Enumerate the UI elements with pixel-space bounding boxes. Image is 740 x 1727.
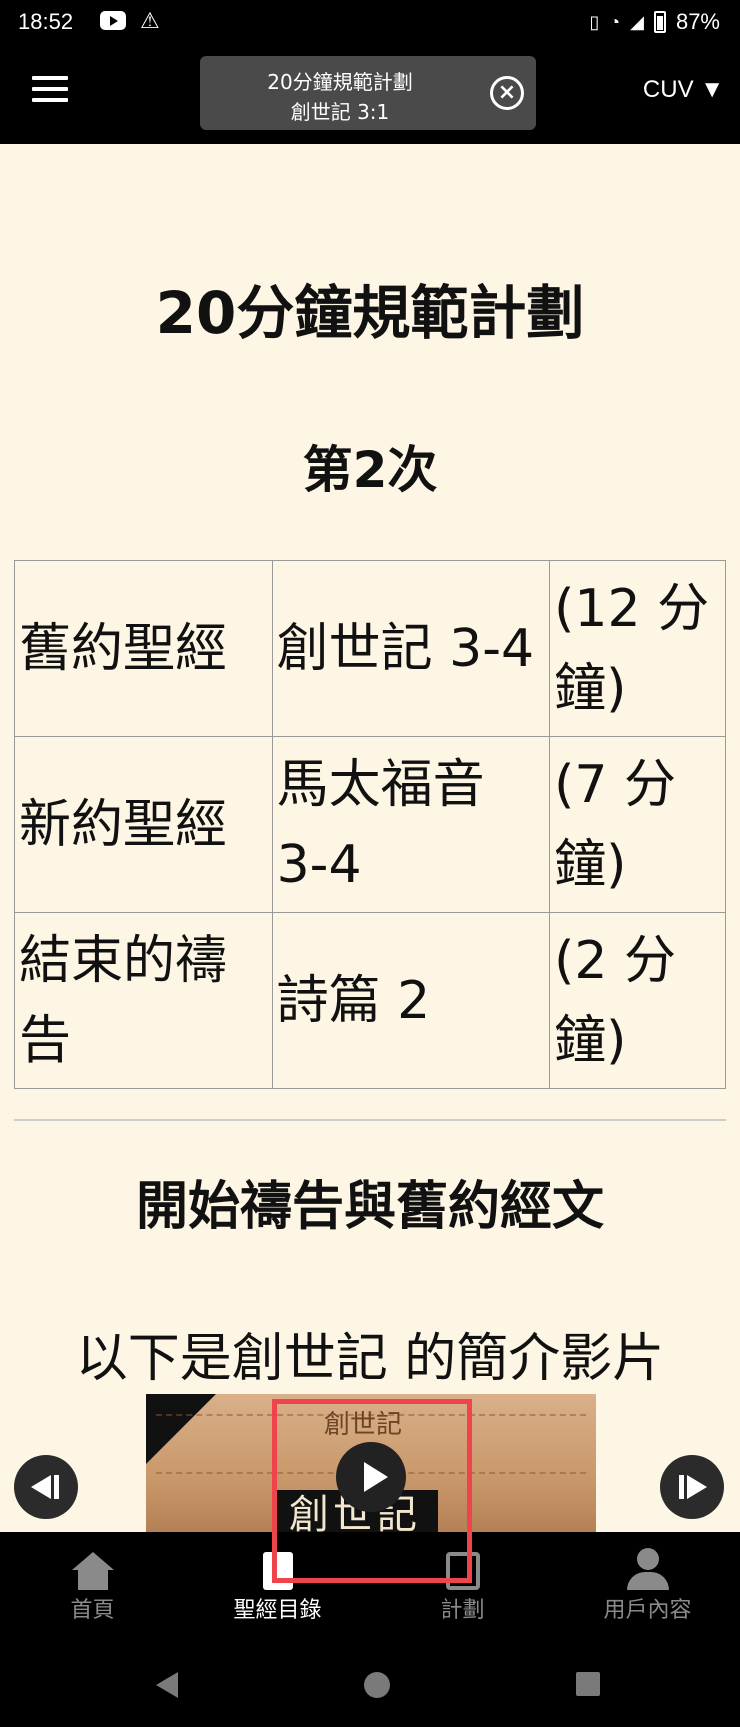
tab-label: 聖經目錄 — [233, 1598, 322, 1623]
battery-icon — [653, 11, 666, 33]
bible-version-selector[interactable]: CUV ▼ — [643, 76, 724, 104]
row-label: 新約聖經 — [14, 736, 273, 913]
session-heading: 第2次 — [302, 441, 438, 499]
next-chapter-button[interactable] — [660, 1455, 724, 1519]
vibrate-icon: ▯ — [589, 11, 600, 32]
youtube-notification-icon — [100, 11, 126, 30]
table-row: 舊約聖經 創世記 3-4 (12 分鐘) — [14, 560, 726, 737]
bottom-navigation: 首頁 聖經目錄 計劃 用戶內容 — [0, 1532, 740, 1642]
plan-name: 20分鐘規範計劃 — [267, 70, 413, 94]
current-reference: 創世記 3:1 — [290, 100, 390, 124]
recent-apps-icon[interactable] — [576, 1672, 600, 1696]
tab-label: 用戶內容 — [603, 1598, 692, 1623]
video-title-top: 創世記 — [324, 1410, 403, 1440]
table-row: 新約聖經 馬太福音 3-4 (7 分鐘) — [14, 736, 726, 913]
hamburger-icon — [32, 76, 68, 80]
tab-label: 計劃 — [440, 1598, 485, 1623]
menu-button[interactable] — [32, 76, 68, 106]
status-time: 18:52 — [18, 9, 74, 34]
page-title: 20分鐘規範計劃 — [155, 279, 585, 347]
warning-icon: ⚠ — [140, 8, 160, 33]
skip-next-icon — [687, 1475, 707, 1499]
section-heading: 開始禱告與舊約經文 — [135, 1177, 604, 1237]
row-duration: (2 分鐘) — [549, 912, 726, 1089]
calendar-icon — [445, 1552, 480, 1590]
row-label: 舊約聖經 — [14, 560, 273, 737]
intro-text: 以下是創世記 的簡介影片 — [75, 1329, 665, 1389]
row-duration: (7 分鐘) — [549, 736, 726, 913]
row-reading: 詩篇 2 — [271, 912, 551, 1089]
back-icon[interactable] — [156, 1672, 178, 1698]
system-navigation-bar — [0, 1642, 740, 1727]
row-duration: (12 分鐘) — [549, 560, 726, 737]
tab-home[interactable]: 首頁 — [0, 1532, 185, 1642]
close-icon[interactable]: × — [490, 76, 524, 110]
wifi-icon: ◔ — [609, 11, 621, 32]
battery-percent: 87% — [675, 9, 720, 34]
previous-chapter-button[interactable] — [14, 1455, 78, 1519]
tab-bible-index[interactable]: 聖經目錄 — [185, 1532, 370, 1642]
app-bar: 20分鐘規範計劃 創世記 3:1 × CUV ▼ — [0, 44, 740, 144]
skip-previous-icon — [31, 1475, 51, 1499]
user-icon — [636, 1548, 659, 1570]
row-reading: 創世記 3-4 — [271, 560, 551, 737]
row-label: 結束的禱告 — [14, 912, 273, 1089]
cell-signal-icon: ◢ — [630, 11, 644, 32]
tab-user-content[interactable]: 用戶內容 — [555, 1532, 740, 1642]
row-reading: 馬太福音 3-4 — [271, 736, 551, 913]
content-area: 20分鐘規範計劃 第2次 舊約聖經 創世記 3-4 (12 分鐘) 新約聖經 馬… — [0, 144, 740, 1532]
tab-label: 首頁 — [70, 1598, 115, 1623]
plan-title-pill[interactable]: 20分鐘規範計劃 創世記 3:1 × — [200, 56, 536, 130]
intro-video-thumbnail[interactable]: 創世記 創世記 — [146, 1394, 596, 1532]
book-icon — [262, 1552, 293, 1590]
reading-plan-table: 舊約聖經 創世記 3-4 (12 分鐘) 新約聖經 馬太福音 3-4 (7 分鐘… — [14, 560, 726, 1089]
home-circle-icon[interactable] — [364, 1672, 390, 1698]
home-icon — [71, 1552, 114, 1570]
tab-plans[interactable]: 計劃 — [370, 1532, 555, 1642]
status-bar: 18:52 ⚠ ▯ ◔ ◢ 87% — [0, 0, 740, 44]
divider — [14, 1119, 726, 1121]
table-row: 結束的禱告 詩篇 2 (2 分鐘) — [14, 912, 726, 1089]
play-icon[interactable] — [336, 1442, 406, 1512]
